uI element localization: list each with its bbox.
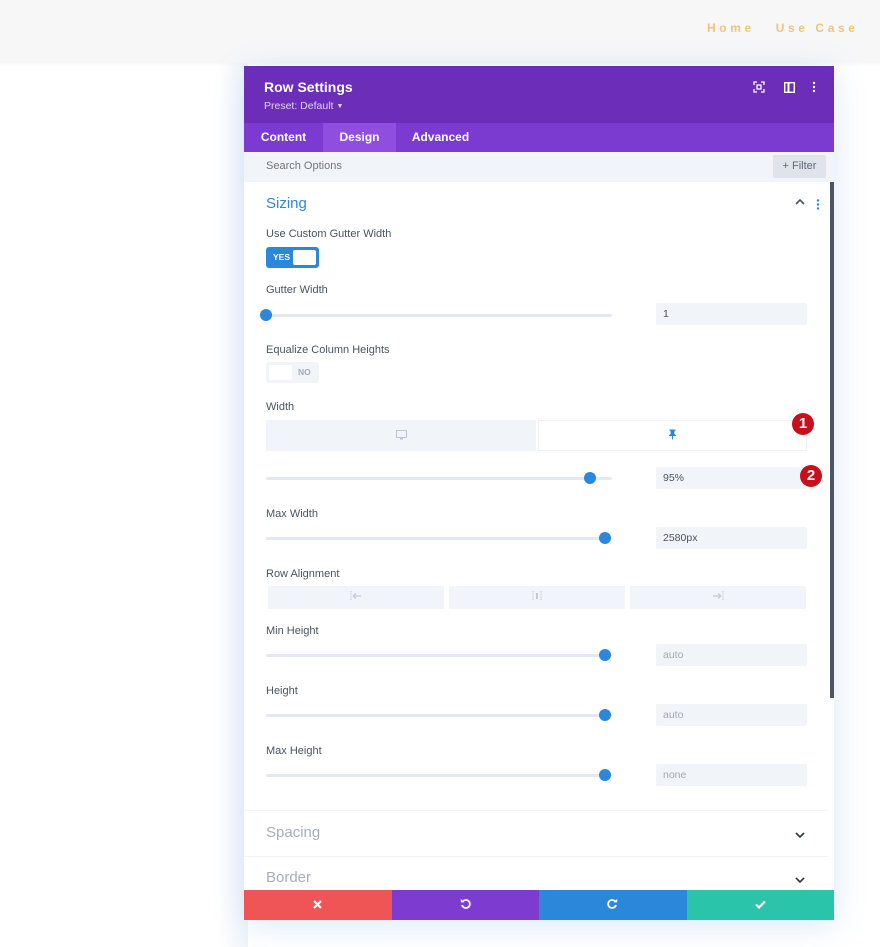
- modal-title: Row Settings: [264, 79, 353, 95]
- more-options-icon[interactable]: [807, 80, 821, 94]
- max-height-label: Max Height: [266, 745, 322, 757]
- desktop-icon: [395, 427, 407, 445]
- toggle-state: YES: [273, 252, 291, 262]
- scrollbar-thumb[interactable]: [830, 182, 834, 698]
- filter-button[interactable]: + Filter: [773, 155, 826, 178]
- preset-label: Preset: Default: [264, 100, 334, 112]
- align-left-icon: [350, 591, 362, 604]
- nav-link-home[interactable]: Home: [707, 21, 755, 35]
- height-label: Height: [266, 685, 298, 697]
- section-title-spacing[interactable]: Spacing: [266, 824, 320, 841]
- toggle-knob: [269, 365, 292, 380]
- min-height-label: Min Height: [266, 625, 319, 637]
- cancel-button[interactable]: [244, 890, 392, 920]
- modal-action-bar: [244, 890, 834, 920]
- modal-tabs: Content Design Advanced: [244, 123, 834, 152]
- plus-icon: +: [782, 160, 793, 172]
- min-height-slider[interactable]: [266, 649, 612, 661]
- equalize-heights-toggle[interactable]: NO: [266, 362, 319, 383]
- slider-handle[interactable]: [599, 769, 612, 781]
- section-divider: [244, 810, 834, 811]
- align-center-icon: [532, 591, 542, 604]
- width-slider[interactable]: [266, 472, 612, 484]
- close-icon: [313, 896, 323, 914]
- focus-icon[interactable]: [752, 80, 766, 94]
- align-right-icon: [712, 591, 724, 604]
- undo-icon: [460, 896, 471, 914]
- check-icon: [754, 896, 766, 914]
- width-input[interactable]: 95%: [656, 467, 807, 489]
- slider-handle[interactable]: [599, 649, 612, 661]
- search-bar: + Filter: [244, 152, 834, 182]
- desktop-tab[interactable]: [266, 420, 536, 451]
- redo-icon: [607, 896, 618, 914]
- custom-gutter-label: Use Custom Gutter Width: [266, 228, 392, 240]
- responsive-tabs: [266, 420, 807, 451]
- pin-icon: [668, 427, 677, 445]
- chevron-down-icon[interactable]: [795, 875, 805, 887]
- row-alignment-label: Row Alignment: [266, 568, 340, 580]
- max-width-label: Max Width: [266, 508, 318, 520]
- filter-label: Filter: [792, 160, 817, 172]
- annotation-badge-1: 1: [792, 413, 814, 435]
- tab-design[interactable]: Design: [323, 123, 396, 152]
- chevron-down-icon[interactable]: [795, 830, 805, 842]
- height-input[interactable]: auto: [656, 704, 807, 726]
- site-header: Home Use Case Lar: [0, 0, 880, 63]
- section-title-border[interactable]: Border: [266, 869, 311, 886]
- slider-handle[interactable]: [583, 472, 596, 484]
- undo-button[interactable]: [391, 890, 539, 920]
- tab-content[interactable]: Content: [244, 123, 323, 152]
- redo-button[interactable]: [539, 890, 687, 920]
- slider-handle[interactable]: [599, 532, 612, 544]
- preset-selector[interactable]: Preset: Default ▼: [264, 100, 343, 112]
- slider-handle[interactable]: [260, 309, 272, 321]
- width-label: Width: [266, 401, 295, 413]
- caret-down-icon: ▼: [336, 103, 344, 110]
- toggle-state: NO: [298, 367, 311, 377]
- site-nav: Home Use Case Lar: [707, 21, 880, 35]
- equalize-heights-label: Equalize Column Heights: [266, 344, 390, 356]
- row-settings-modal: Row Settings Preset: Default ▼ Content De…: [244, 66, 834, 920]
- toggle-knob: [293, 250, 316, 265]
- min-height-input[interactable]: auto: [656, 644, 807, 666]
- max-height-input[interactable]: none: [656, 764, 807, 786]
- hover-tab[interactable]: [538, 420, 807, 451]
- section-title-sizing[interactable]: Sizing: [266, 195, 307, 212]
- max-width-slider[interactable]: [266, 532, 612, 544]
- save-button[interactable]: [686, 890, 834, 920]
- nav-link-use-case[interactable]: Use Case: [776, 21, 859, 35]
- chevron-up-icon[interactable]: [795, 197, 805, 209]
- align-right-button[interactable]: [630, 586, 806, 609]
- search-options-input[interactable]: [266, 160, 566, 172]
- section-options-icon[interactable]: [816, 199, 820, 213]
- max-width-input[interactable]: 2580px: [656, 527, 807, 549]
- section-divider: [244, 856, 834, 857]
- custom-gutter-toggle[interactable]: YES: [266, 247, 319, 268]
- split-view-icon[interactable]: [782, 80, 796, 94]
- modal-header: Row Settings Preset: Default ▼: [244, 66, 834, 123]
- align-left-button[interactable]: [268, 586, 444, 609]
- gutter-width-slider[interactable]: [260, 309, 612, 321]
- tab-advanced[interactable]: Advanced: [396, 123, 485, 152]
- annotation-badge-2: 2: [800, 465, 822, 487]
- align-center-button[interactable]: [449, 586, 625, 609]
- max-height-slider[interactable]: [266, 769, 612, 781]
- height-slider[interactable]: [266, 709, 612, 721]
- gutter-width-input[interactable]: 1: [656, 303, 807, 325]
- slider-handle[interactable]: [599, 709, 612, 721]
- gutter-width-label: Gutter Width: [266, 284, 328, 296]
